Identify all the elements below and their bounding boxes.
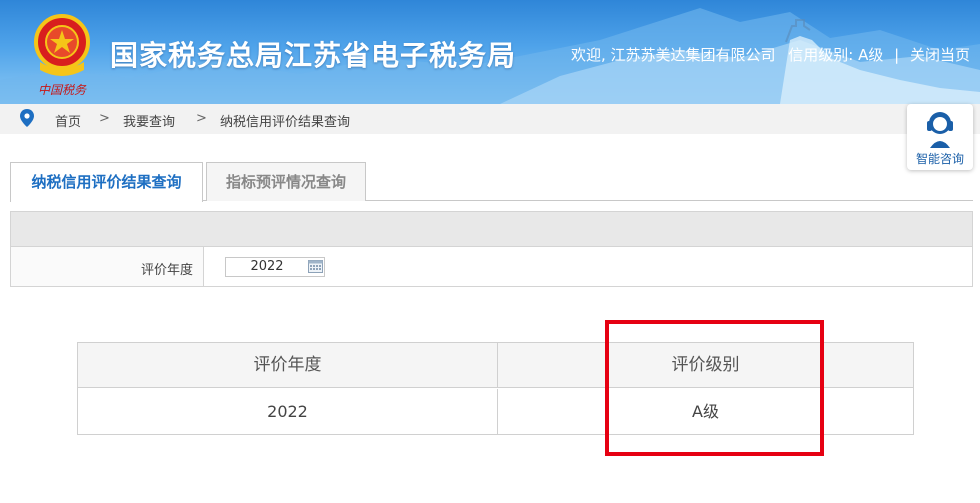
red-highlight-box — [605, 320, 824, 456]
query-form-header — [10, 211, 973, 247]
breadcrumb-separator: > — [196, 111, 207, 126]
evaluation-year-label: 评价年度 — [140, 263, 193, 278]
tax-emblem-icon: 中国税务 — [34, 14, 90, 97]
query-form-row: 评价年度 2022 — [10, 247, 973, 287]
welcome-text: 欢迎, 江苏苏美达集团有限公司 — [570, 46, 776, 64]
cell-evaluation-year: 2022 — [78, 389, 498, 434]
user-bar: 欢迎, 江苏苏美达集团有限公司 信用级别: A级 | 关闭当页 — [571, 44, 970, 65]
svg-text:中国税务: 中国税务 — [38, 83, 87, 97]
calendar-icon[interactable] — [308, 259, 323, 273]
breadcrumb-home[interactable]: 首页 — [55, 111, 81, 130]
breadcrumb: 首页 > 我要查询 > 纳税信用评价结果查询 — [0, 104, 980, 134]
location-pin-icon — [20, 109, 34, 127]
breadcrumb-current: 纳税信用评价结果查询 — [220, 115, 351, 130]
site-header: 中国税务 国家税务总局江苏省电子税务局 欢迎, 江苏苏美达集团有限公司 信用级别… — [0, 0, 980, 104]
tab-indicator-pre-evaluation[interactable]: 指标预评情况查询 — [206, 162, 366, 201]
site-title: 国家税务总局江苏省电子税务局 — [110, 39, 517, 72]
customer-service-icon — [927, 112, 953, 148]
form-label-cell: 评价年度 — [11, 247, 204, 286]
tab-bar: 纳税信用评价结果查询 指标预评情况查询 — [10, 162, 973, 202]
close-page-link[interactable]: 关闭当页 — [910, 44, 970, 65]
column-header-evaluation-year: 评价年度 — [78, 343, 498, 388]
breadcrumb-separator: > — [99, 111, 110, 126]
user-bar-separator: | — [894, 46, 900, 64]
credit-level-text: 信用级别: A级 — [788, 46, 884, 64]
tab-credit-result-query[interactable]: 纳税信用评价结果查询 — [10, 162, 203, 202]
breadcrumb-query[interactable]: 我要查询 — [123, 111, 175, 130]
smart-consult-button[interactable]: 智能咨询 — [907, 104, 973, 170]
